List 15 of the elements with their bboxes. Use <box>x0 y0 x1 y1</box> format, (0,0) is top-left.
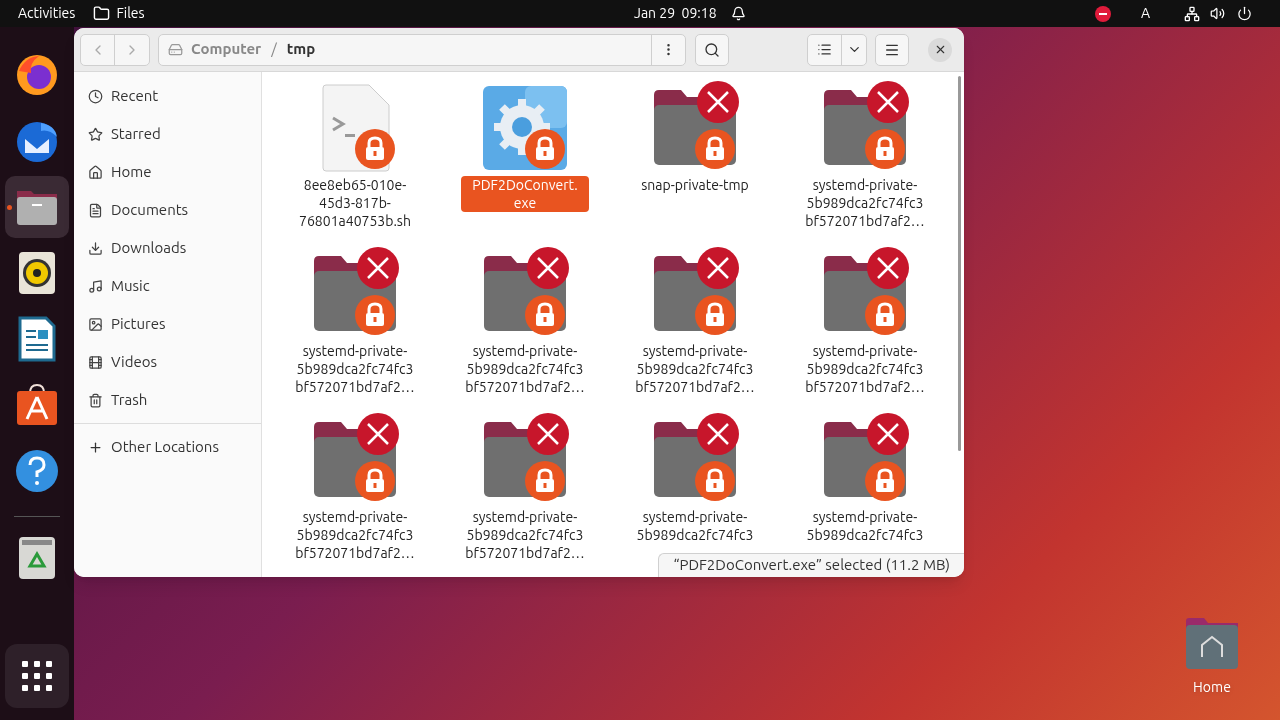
desktop-icon-label: Home <box>1193 678 1231 697</box>
path-separator: / <box>271 39 277 60</box>
file-name: systemd-private- 5b989dca2fc74fc3 <box>635 508 755 544</box>
file-name: systemd-private- 5b989dca2fc74fc3 bf572071bd7af2… <box>464 342 586 396</box>
file-name: 8ee8eb65-010e- 45d3-817b- 76801a40753b.sh <box>298 176 412 230</box>
file-name: systemd-private- 5b989dca2fc74fc3 <box>805 508 925 544</box>
file-name: systemd-private- 5b989dca2fc74fc3 bf572071bd7af2… <box>294 342 416 396</box>
file-name: systemd-private- 5b989dca2fc74fc3 bf572071bd7af2… <box>804 176 926 230</box>
file-name: snap-private-tmp <box>640 176 750 194</box>
file-name: systemd-private- 5b989dca2fc74fc3 bf572071bd7af2… <box>464 508 586 562</box>
file-name: PDF2DoConvert. exe <box>461 176 589 212</box>
file-name: systemd-private- 5b989dca2fc74fc3 bf572071bd7af2… <box>634 342 756 396</box>
file-name: systemd-private- 5b989dca2fc74fc3 bf572071bd7af2… <box>804 342 926 396</box>
file-name: systemd-private- 5b989dca2fc74fc3 bf572071bd7af2… <box>294 508 416 562</box>
status-overlay: “PDF2DoConvert.exe” selected (11.2 MB) <box>658 553 964 577</box>
